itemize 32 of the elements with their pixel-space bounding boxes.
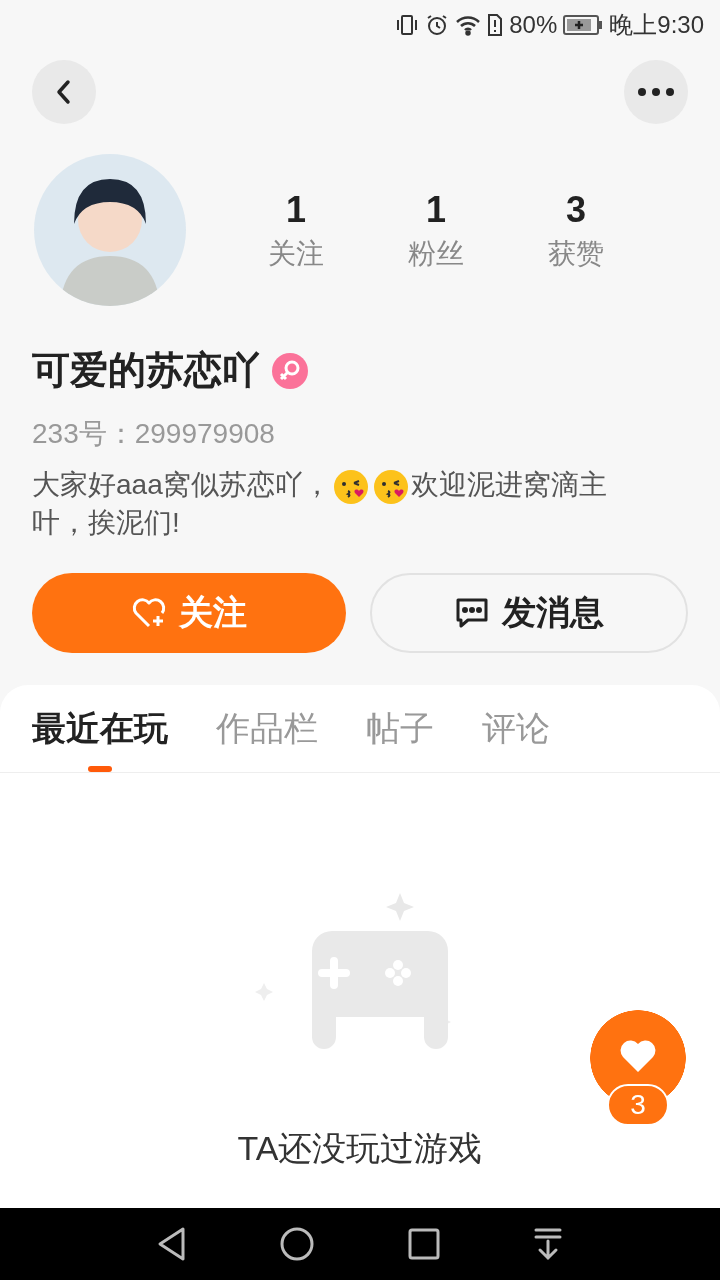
message-button[interactable]: 发消息 bbox=[370, 572, 688, 653]
home-nav-icon[interactable] bbox=[280, 1227, 315, 1261]
user-bio: 大家好aaa窝似苏恋吖， 欢迎泥进窝滴主叶，挨泥们! bbox=[31, 467, 608, 540]
stat-count: 1 bbox=[426, 188, 446, 232]
stat-label[interactable]: 粉丝 bbox=[408, 234, 464, 274]
stat-count: 3 bbox=[566, 188, 586, 232]
heart-plus-icon bbox=[131, 595, 167, 630]
notification-pull-icon[interactable] bbox=[533, 1227, 564, 1261]
tab[interactable]: 最近在玩 bbox=[32, 684, 168, 772]
heart-icon bbox=[618, 1038, 658, 1074]
user-name: 可爱的苏恋吖 bbox=[32, 348, 260, 393]
stat-label[interactable]: 关注 bbox=[268, 234, 324, 274]
kiss-face-icon bbox=[332, 468, 369, 505]
battery-percent: 80% bbox=[509, 10, 558, 40]
like-button[interactable]: 3 bbox=[590, 1010, 686, 1126]
recents-nav-icon[interactable] bbox=[407, 1228, 440, 1260]
tab[interactable]: 作品栏 bbox=[216, 684, 318, 772]
wifi-icon bbox=[455, 13, 482, 37]
clock-time: 晚上9:30 bbox=[609, 10, 704, 40]
tab[interactable]: 评论 bbox=[482, 684, 550, 772]
empty-message: TA还没玩过游戏 bbox=[237, 1127, 483, 1169]
kiss-face-icon bbox=[372, 468, 409, 505]
stat-label[interactable]: 获赞 bbox=[548, 234, 604, 274]
follow-button[interactable]: 关注 bbox=[32, 572, 346, 653]
sim-alert-icon bbox=[487, 13, 504, 37]
user-id: 233号：299979908 bbox=[31, 417, 276, 451]
more-icon bbox=[637, 87, 675, 97]
tab[interactable]: 帖子 bbox=[366, 684, 434, 772]
vibrate-icon bbox=[395, 13, 420, 37]
back-nav-icon[interactable] bbox=[156, 1226, 187, 1262]
battery-icon bbox=[563, 14, 604, 36]
stat-count: 1 bbox=[286, 188, 306, 232]
